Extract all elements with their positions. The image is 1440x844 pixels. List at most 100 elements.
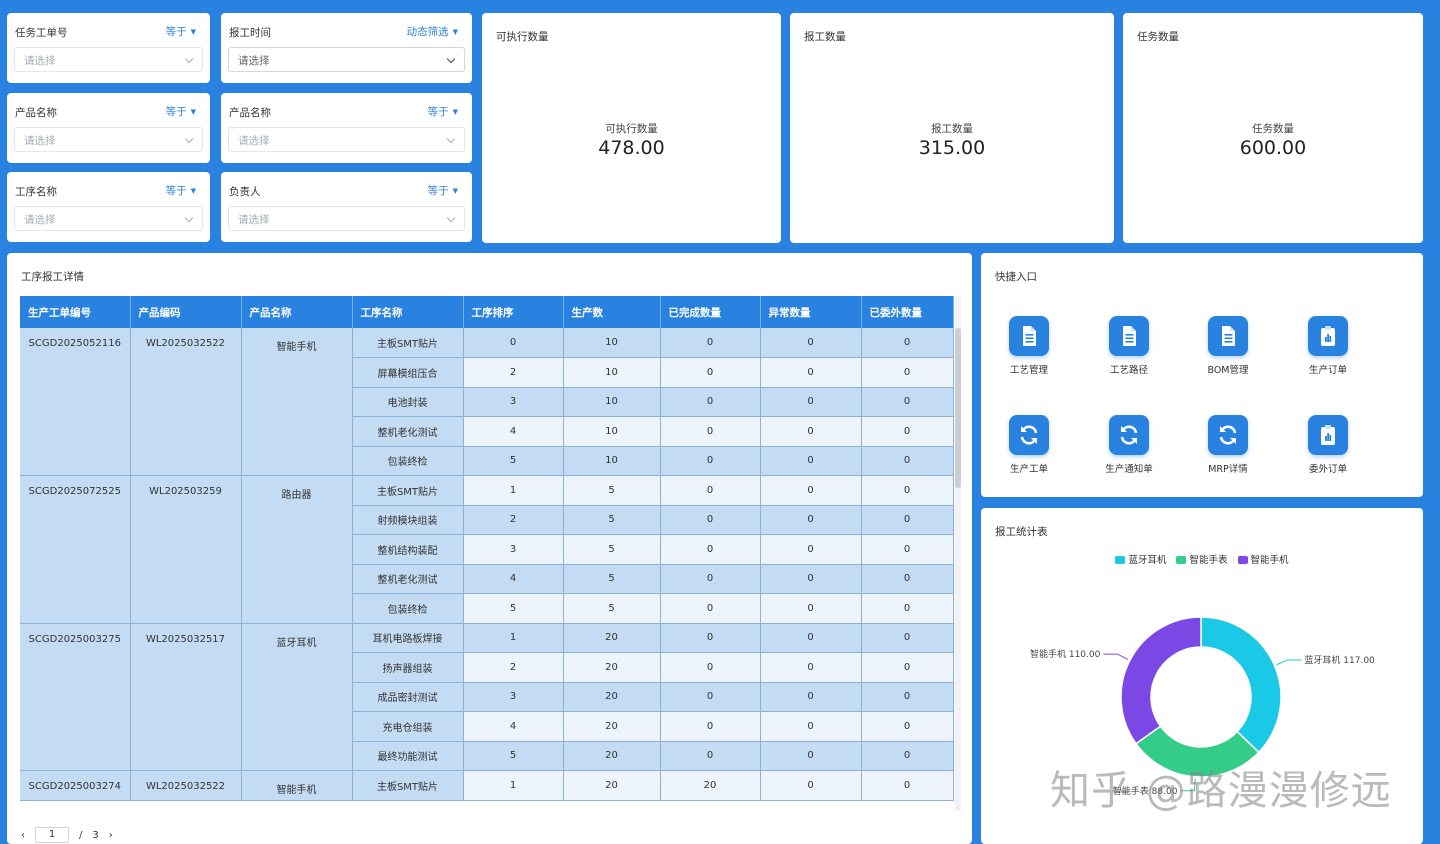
col-done-qty[interactable]: 已完成数量 (660, 296, 761, 328)
cell-order-no: SCGD2025003275 (20, 623, 131, 771)
cell-abnormal-qty: 0 (760, 593, 862, 624)
col-process-seq[interactable]: 工序排序 (463, 296, 564, 328)
cell-process-name: 整机老化测试 (352, 564, 464, 594)
cell-outsourced-qty: 0 (861, 652, 954, 683)
col-abnormal-qty[interactable]: 异常数量 (760, 296, 862, 328)
stat-card-title: 任务数量 (1137, 31, 1179, 43)
cell-product-code: WL2025032522 (130, 328, 242, 476)
refresh-icon (1109, 415, 1149, 455)
cell-done-qty: 0 (660, 652, 761, 683)
caret-down-icon: ▼ (190, 28, 196, 36)
cell-process-name: 主板SMT贴片 (352, 475, 464, 506)
col-product-code[interactable]: 产品编码 (130, 296, 242, 328)
quick-link-7[interactable]: MRP详情 (1188, 415, 1268, 475)
cell-process-name: 整机结构装配 (352, 534, 464, 565)
cell-production-qty: 20 (563, 770, 661, 801)
refresh-icon (1208, 415, 1248, 455)
stat-label: 任务数量 (1252, 123, 1294, 135)
filter-product-name: 产品名称 等于 ▼ 请选择 (7, 93, 210, 163)
refresh-icon (1009, 415, 1049, 455)
cell-process-name: 充电仓组装 (352, 711, 464, 742)
cell-product-name: 智能手机 (241, 770, 353, 801)
chevron-down-icon (446, 134, 456, 144)
document-icon (1109, 316, 1149, 356)
cell-process-seq: 2 (463, 505, 564, 535)
quick-link-6[interactable]: 生产通知单 (1089, 415, 1169, 475)
col-order-no[interactable]: 生产工单编号 (20, 296, 131, 328)
pagination: ‹ 1 / 3 › (21, 827, 113, 843)
caret-down-icon: ▼ (190, 187, 196, 195)
quick-link-label: MRP详情 (1208, 464, 1248, 475)
filter-select[interactable]: 请选择 (228, 47, 465, 72)
cell-done-qty: 0 (660, 505, 761, 535)
cell-abnormal-qty: 0 (760, 357, 862, 388)
cell-process-seq: 3 (463, 682, 564, 712)
cell-outsourced-qty: 0 (861, 534, 954, 565)
quick-link-3[interactable]: BOM管理 (1188, 316, 1268, 376)
quick-link-5[interactable]: 生产工单 (989, 415, 1069, 475)
cell-done-qty: 20 (660, 770, 761, 801)
filter-select[interactable]: 请选择 (228, 127, 465, 152)
filter-operator-dropdown[interactable]: 等于 ▼ (428, 183, 458, 198)
stat-value: 315.00 (918, 137, 986, 159)
page-separator: / (79, 829, 83, 841)
cell-production-qty: 10 (563, 387, 661, 417)
quick-link-label: 生产工单 (1009, 464, 1048, 475)
filter-operator-dropdown[interactable]: 等于 ▼ (166, 104, 196, 119)
col-outsourced-qty[interactable]: 已委外数量 (861, 296, 954, 328)
filter-operator-dropdown[interactable]: 等于 ▼ (166, 183, 196, 198)
cell-production-qty: 5 (563, 475, 661, 506)
cell-done-qty: 0 (660, 711, 761, 742)
page-number-input[interactable]: 1 (35, 827, 69, 843)
cell-abnormal-qty: 0 (760, 711, 862, 742)
filter-operator-dropdown[interactable]: 等于 ▼ (428, 104, 458, 119)
caret-down-icon: ▼ (190, 108, 196, 116)
prev-page-button[interactable]: ‹ (21, 830, 25, 841)
table-scrollbar-thumb[interactable] (955, 328, 961, 488)
cell-done-qty: 0 (660, 416, 761, 447)
table-row[interactable]: SCGD2025052116 WL2025032522 智能手机 主板SMT贴片 0 10… (20, 328, 954, 476)
col-product-name[interactable]: 产品名称 (241, 296, 353, 328)
cell-abnormal-qty: 0 (760, 328, 862, 358)
next-page-button[interactable]: › (109, 830, 113, 841)
cell-production-qty: 10 (563, 357, 661, 388)
filter-select[interactable]: 请选择 (228, 206, 465, 231)
quick-link-8[interactable]: 委外订单 (1288, 415, 1368, 475)
cell-outsourced-qty: 0 (861, 328, 954, 358)
cell-process-seq: 1 (463, 623, 564, 653)
table-row[interactable]: SCGD2025072525 WL202503259 路由器 主板SMT贴片 1 5 0 0 0 (20, 475, 954, 624)
cell-outsourced-qty: 0 (861, 416, 954, 447)
quick-link-1[interactable]: 工艺管理 (989, 316, 1069, 376)
cell-outsourced-qty: 0 (861, 593, 954, 624)
cell-process-name: 成品密封测试 (352, 682, 464, 712)
stat-value: 478.00 (598, 137, 665, 159)
quick-link-label: BOM管理 (1207, 365, 1249, 376)
cell-abnormal-qty: 0 (760, 770, 862, 801)
col-process-name[interactable]: 工序名称 (352, 296, 464, 328)
quick-link-2[interactable]: 工艺路径 (1089, 316, 1169, 376)
filter-select[interactable]: 请选择 (14, 47, 203, 72)
donut-slice-3[interactable] (1120, 616, 1202, 745)
donut-slice-1[interactable] (1200, 616, 1282, 754)
cell-abnormal-qty: 0 (760, 475, 862, 506)
filter-operator-dropdown[interactable]: 动态筛选 ▼ (407, 24, 458, 39)
cell-outsourced-qty: 0 (861, 682, 954, 712)
cell-abnormal-qty: 0 (760, 652, 862, 683)
col-production-qty[interactable]: 生产数 (563, 296, 661, 328)
filter-product-name-2: 产品名称 等于 ▼ 请选择 (221, 93, 472, 163)
table-header-row: 生产工单编号 产品编码 产品名称 工序名称 工序排序 生产数 已完成数量 异常数… (20, 296, 954, 328)
cell-abnormal-qty: 0 (760, 505, 862, 535)
table-row[interactable]: SCGD2025003275 WL2025032517 蓝牙耳机 耳机电路板焊接 1 20… (20, 623, 954, 771)
table-row[interactable]: SCGD2025003274 WL2025032522 智能手机 主板SMT贴片 1 20… (20, 770, 954, 801)
cell-outsourced-qty: 0 (861, 564, 954, 594)
cell-product-code: WL202503259 (130, 475, 242, 624)
filter-operator-dropdown[interactable]: 等于 ▼ (166, 24, 196, 39)
filter-select[interactable]: 请选择 (14, 127, 203, 152)
cell-production-qty: 20 (563, 711, 661, 742)
filter-select[interactable]: 请选择 (14, 206, 203, 231)
cell-done-qty: 0 (660, 564, 761, 594)
cell-product-name: 智能手机 (241, 328, 353, 476)
cell-process-seq: 4 (463, 711, 564, 742)
filter-owner: 负责人 等于 ▼ 请选择 (221, 172, 472, 242)
quick-link-4[interactable]: 生产订单 (1288, 316, 1368, 376)
